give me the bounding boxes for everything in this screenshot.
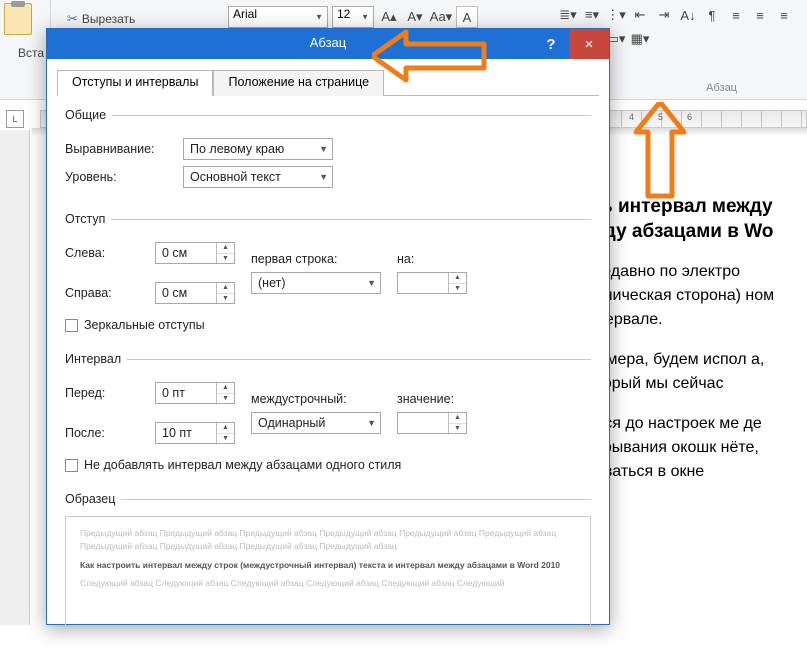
- spin-up-icon: ▲: [217, 283, 234, 294]
- spin-down-icon: ▼: [449, 284, 466, 294]
- paste-label: Вста: [18, 46, 44, 60]
- by-label: на:: [397, 252, 467, 266]
- first-line-label: первая строка:: [251, 252, 381, 266]
- group-general: Общие Выравнивание: По левому краю▼ Уров…: [65, 108, 591, 198]
- font-size-value: 12: [337, 7, 350, 21]
- indent-left-spin[interactable]: 0 см ▲▼: [155, 242, 235, 264]
- borders-icon[interactable]: ▦▾: [629, 28, 651, 50]
- group-indent: Отступ Слева: 0 см ▲▼ Справа: 0 см: [65, 212, 591, 338]
- dialog-help-button[interactable]: ?: [533, 29, 569, 59]
- line-spacing-select[interactable]: Одинарный▼: [251, 412, 381, 434]
- tab-page-position[interactable]: Положение на странице: [213, 70, 384, 96]
- space-after-spin[interactable]: 10 пт ▲▼: [155, 422, 235, 444]
- font-size-combo[interactable]: 12 ▼: [332, 6, 374, 28]
- numbering-icon[interactable]: ≡▾: [581, 4, 603, 26]
- space-before-spin[interactable]: 0 пт ▲▼: [155, 382, 235, 404]
- ruler-corner[interactable]: L: [6, 110, 24, 128]
- align-right-icon[interactable]: ≡: [773, 4, 795, 26]
- sort-icon[interactable]: A↓: [677, 4, 699, 26]
- align-left-icon[interactable]: ≡: [725, 4, 747, 26]
- shrink-font-icon[interactable]: A▾: [404, 6, 426, 28]
- paragraph-group-label[interactable]: Абзац: [706, 82, 737, 94]
- doc-heading: ить интервал между ежду абзацами в Wo: [580, 195, 807, 244]
- multilevel-icon[interactable]: ⋮▾: [605, 4, 627, 26]
- first-line-select[interactable]: (нет)▼: [251, 272, 381, 294]
- spin-up-icon: ▲: [217, 243, 234, 254]
- grow-font-icon[interactable]: A▴: [378, 6, 400, 28]
- first-line-by-spin[interactable]: ▲▼: [397, 272, 467, 294]
- indent-right-label: Справа:: [65, 286, 145, 300]
- spin-up-icon: ▲: [217, 383, 234, 394]
- line-spacing-value-label: значение:: [397, 392, 467, 406]
- space-after-label: После:: [65, 426, 145, 440]
- cut-label: Вырезать: [82, 12, 135, 26]
- preview-box: Предыдущий абзац Предыдущий абзац Предыд…: [65, 516, 591, 626]
- outline-level-select[interactable]: Основной текст▼: [183, 166, 333, 188]
- vertical-ruler[interactable]: [0, 130, 30, 625]
- chevron-down-icon: ▼: [367, 278, 376, 288]
- dialog-title-text: Абзац: [310, 35, 346, 50]
- space-before-label: Перед:: [65, 386, 145, 400]
- paragraph-dialog: Абзац ? × Отступы и интервалы Положение …: [46, 28, 610, 625]
- checkbox-icon: [65, 459, 78, 472]
- line-spacing-label: междустрочный:: [251, 392, 381, 406]
- spin-down-icon: ▼: [217, 254, 234, 264]
- ruler-tick-labels: 3456: [600, 112, 807, 122]
- font-name-value: Arial: [233, 7, 257, 21]
- group-general-legend: Общие: [65, 108, 112, 122]
- show-marks-icon[interactable]: ¶: [701, 4, 723, 26]
- doc-paragraph: й недавно по электро техническая сторона…: [580, 260, 807, 332]
- group-interval: Интервал Перед: 0 пт ▲▼ После: 10 пт: [65, 352, 591, 478]
- group-preview: Образец Предыдущий абзац Предыдущий абза…: [65, 492, 591, 630]
- outline-level-label: Уровень:: [65, 170, 173, 184]
- alignment-select[interactable]: По левому краю▼: [183, 138, 333, 160]
- group-preview-legend: Образец: [65, 492, 121, 506]
- checkbox-icon: [65, 319, 78, 332]
- mirror-indents-checkbox[interactable]: Зеркальные отступы: [65, 318, 591, 332]
- spin-down-icon: ▼: [217, 434, 234, 444]
- chevron-down-icon: ▼: [361, 13, 369, 22]
- group-interval-legend: Интервал: [65, 352, 127, 366]
- indent-left-label: Слева:: [65, 246, 145, 260]
- chevron-down-icon: ▼: [315, 13, 323, 22]
- doc-paragraph: аться до настроек ме де открывания окошк…: [580, 412, 807, 484]
- dialog-titlebar[interactable]: Абзац ? ×: [47, 29, 609, 59]
- alignment-label: Выравнивание:: [65, 142, 173, 156]
- cut-button[interactable]: ✂ Вырезать: [61, 9, 141, 29]
- clear-formatting-icon[interactable]: A: [456, 6, 478, 28]
- chevron-down-icon: ▼: [319, 144, 328, 154]
- bullets-icon[interactable]: ≣▾: [557, 4, 579, 26]
- line-spacing-value-spin[interactable]: ▲▼: [397, 412, 467, 434]
- clipboard-icon: [4, 3, 32, 35]
- increase-indent-icon[interactable]: ⇥: [653, 4, 675, 26]
- paste-split-button[interactable]: [4, 3, 32, 35]
- change-case-icon[interactable]: Aa▾: [430, 6, 452, 28]
- spin-down-icon: ▼: [217, 394, 234, 404]
- no-space-same-style-checkbox[interactable]: Не добавлять интервал между абзацами одн…: [65, 458, 591, 472]
- spin-up-icon: ▲: [217, 423, 234, 434]
- preview-sample-text: Как настроить интервал между строк (межд…: [80, 559, 576, 572]
- preview-grey-text: Следующий абзац Следующий абзац Следующи…: [80, 577, 576, 590]
- font-name-combo[interactable]: Arial ▼: [228, 6, 328, 28]
- tab-indents-spacing[interactable]: Отступы и интервалы: [57, 70, 213, 96]
- decrease-indent-icon[interactable]: ⇤: [629, 4, 651, 26]
- doc-paragraph: примера, будем испол а, который мы сейча…: [580, 348, 807, 396]
- dialog-close-button[interactable]: ×: [569, 29, 609, 59]
- spin-down-icon: ▼: [217, 294, 234, 304]
- group-indent-legend: Отступ: [65, 212, 111, 226]
- spin-down-icon: ▼: [449, 424, 466, 434]
- spin-up-icon: ▲: [449, 413, 466, 424]
- indent-right-spin[interactable]: 0 см ▲▼: [155, 282, 235, 304]
- spin-up-icon: ▲: [449, 273, 466, 284]
- scissors-icon: ✂: [67, 11, 78, 27]
- align-center-icon[interactable]: ≡: [749, 4, 771, 26]
- chevron-down-icon: ▼: [367, 418, 376, 428]
- preview-grey-text: Предыдущий абзац Предыдущий абзац Предыд…: [80, 527, 576, 553]
- chevron-down-icon: ▼: [319, 172, 328, 182]
